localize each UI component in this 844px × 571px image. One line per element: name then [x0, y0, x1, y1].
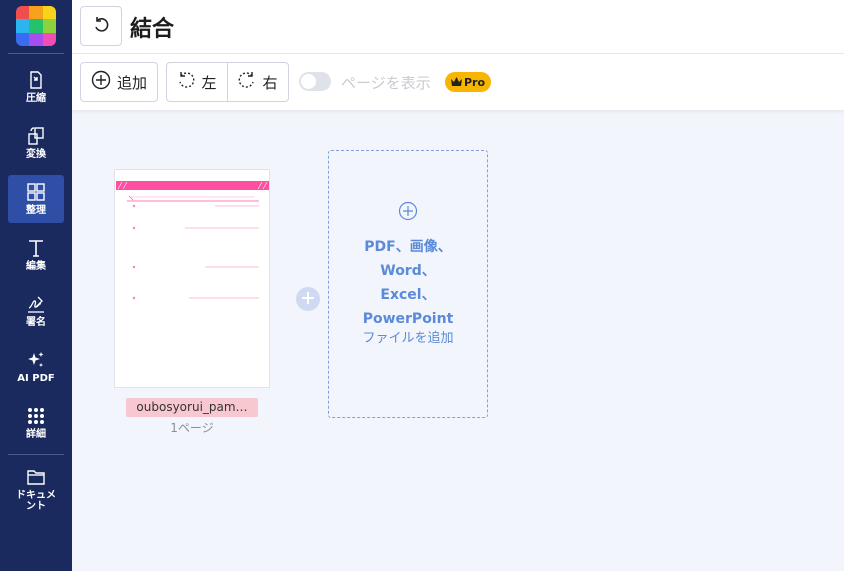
grid-dots-icon [25, 405, 47, 427]
sidebar-item-edit[interactable]: 編集 [8, 231, 64, 279]
sidebar-item-label: ドキュメント [16, 490, 56, 512]
supported-formats: PDF、画像、 Word、 Excel、 PowerPoint [329, 235, 487, 331]
rotate-right-label: 右 [262, 73, 278, 92]
sidebar-item-label: 圧縮 [26, 93, 46, 104]
rotate-left-icon [177, 71, 195, 93]
plus-circle-icon [91, 70, 111, 94]
signature-icon [25, 293, 47, 315]
sidebar-item-label: 変換 [26, 149, 46, 160]
show-pages-label: ページを表示 [341, 74, 431, 92]
plus-icon [301, 290, 315, 309]
add-file-drop-zone[interactable]: PDF、画像、 Word、 Excel、 PowerPoint ファイルを追加 [328, 150, 488, 418]
sidebar-item-convert[interactable]: 変換 [8, 119, 64, 167]
add-file-label: 追加 [116, 73, 147, 92]
sidebar-divider [8, 454, 64, 455]
pro-label: Pro [464, 75, 486, 89]
header: 結合 [72, 0, 844, 54]
sidebar-item-label: 署名 [26, 317, 46, 328]
sidebar-item-organize[interactable]: 整理 [8, 175, 64, 223]
show-pages-toggle[interactable] [299, 72, 331, 91]
format-line: PowerPoint [362, 311, 454, 327]
sidebar-item-label: 詳細 [26, 429, 46, 440]
format-line: Excel、 [380, 287, 436, 303]
toolbar: 追加 左 右 ページを表示 Pro [72, 54, 844, 110]
sidebar-item-label: AI PDF [17, 373, 55, 384]
pro-badge: Pro [445, 72, 492, 92]
file-name-label: oubosyorui_pam… [126, 398, 258, 417]
file-thumbnail[interactable] [114, 169, 270, 388]
page-title: 結合 [130, 17, 175, 42]
sidebar-item-label: 整理 [26, 205, 46, 216]
rotate-right-button[interactable]: 右 [227, 62, 289, 102]
sidebar-item-signature[interactable]: 署名 [8, 287, 64, 335]
format-line: Word、 [380, 263, 436, 279]
sidebar-divider [8, 53, 64, 54]
app-logo[interactable] [16, 6, 56, 46]
ai-sparkle-icon [25, 349, 47, 371]
rotate-left-label: 左 [201, 73, 217, 92]
edit-text-icon [25, 237, 47, 259]
file-page-count: 1ページ [170, 421, 214, 435]
folder-icon [25, 466, 47, 488]
sidebar-item-ai-pdf[interactable]: AI PDF [8, 343, 64, 391]
crown-icon [451, 76, 462, 89]
sidebar-item-compress[interactable]: 圧縮 [8, 63, 64, 111]
sidebar: 圧縮 変換 整理 編集 署名 AI PDF 詳細 ドキュメント [0, 0, 72, 571]
add-file-text: ファイルを追加 [362, 331, 454, 346]
organize-icon [25, 181, 47, 203]
sidebar-item-documents[interactable]: ドキュメント [8, 460, 64, 516]
add-circle-icon [398, 201, 418, 225]
rotate-right-icon [238, 71, 256, 93]
page-preview [116, 181, 269, 300]
sidebar-item-more[interactable]: 詳細 [8, 399, 64, 447]
rotate-left-button[interactable]: 左 [166, 62, 228, 102]
undo-icon [92, 15, 110, 37]
insert-file-button[interactable] [296, 287, 320, 311]
compress-icon [25, 69, 47, 91]
convert-icon [25, 125, 47, 147]
sidebar-item-label: 編集 [26, 261, 46, 272]
format-line: PDF、画像、 [364, 239, 452, 255]
back-button[interactable] [80, 6, 122, 46]
add-file-button[interactable]: 追加 [80, 62, 158, 102]
